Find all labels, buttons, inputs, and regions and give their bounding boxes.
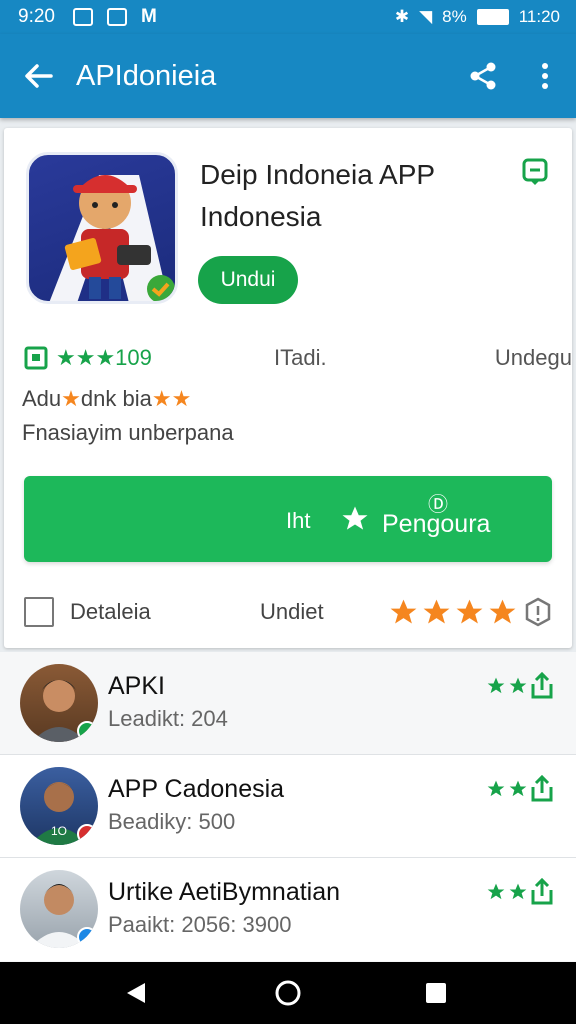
nav-back-button[interactable]	[96, 962, 176, 1024]
star-icon: ★	[61, 386, 81, 411]
nav-home-icon	[275, 980, 301, 1006]
notification-icon	[106, 8, 127, 26]
star-icon	[342, 506, 368, 530]
page-title: APIdonieia	[76, 59, 217, 92]
rating-text: ★★★109	[56, 345, 152, 370]
verified-badge-icon	[77, 927, 97, 947]
nav-recents-button[interactable]	[396, 962, 476, 1024]
install-button[interactable]: Undui	[198, 256, 298, 304]
description-text-b: dnk bia	[80, 386, 152, 411]
star-icon	[423, 599, 450, 623]
rate-button-prefix: Iht	[286, 508, 311, 533]
star-icon	[390, 599, 417, 623]
battery-icon	[476, 9, 509, 25]
list-item[interactable]: 1O APP Cadonesia Beadiky: 500	[0, 755, 576, 858]
bookmark-icon	[522, 158, 548, 185]
reviewer-name: APKI	[108, 672, 165, 700]
details-label: Detaleia	[70, 599, 151, 624]
star-icon	[487, 677, 505, 694]
avatar: 1O	[20, 767, 98, 845]
share-button[interactable]	[452, 34, 514, 118]
star-icon	[509, 780, 527, 797]
star-icon	[456, 599, 483, 623]
rating-summary: ★★★109	[24, 345, 152, 371]
nav-recents-icon	[426, 983, 446, 1003]
wifi-icon: ◥	[419, 7, 433, 26]
battery-text: 8%	[442, 7, 467, 26]
system-nav-bar	[0, 962, 576, 1024]
reviewer-subtitle: Beadiky: 500	[108, 809, 236, 834]
bluetooth-icon: ✱	[394, 7, 410, 26]
nav-back-icon	[127, 983, 145, 1003]
rating-box-icon	[24, 346, 48, 370]
share-icon	[470, 62, 496, 90]
details-row: Detaleia Undiet	[24, 590, 554, 634]
notification-icons: M	[72, 6, 157, 28]
app-detail-card: Deip Indoneia APP Indonesia Undui ★★★109…	[4, 128, 572, 648]
list-item[interactable]: Urtike AetiBymnatian Paaikt: 2056: 3900	[0, 858, 576, 961]
verified-badge-icon	[77, 824, 97, 844]
reviews-list: APKI Leadikt: 204 1O APP Cadonesia Beadi…	[0, 652, 576, 962]
app-icon	[26, 152, 178, 304]
app-name: Deip Indoneia APP Indonesia	[200, 154, 520, 238]
review-stars	[486, 779, 528, 799]
status-clock: 11:20	[518, 7, 560, 26]
nav-home-button[interactable]	[248, 962, 328, 1024]
status-time: 9:20	[18, 6, 55, 27]
back-button[interactable]	[0, 34, 76, 118]
description-line1: Adu★dnk bia★★	[22, 386, 191, 412]
more-options-button[interactable]	[514, 34, 576, 118]
star-icon	[489, 599, 516, 623]
review-stars	[486, 882, 528, 902]
mail-icon: M	[140, 6, 157, 27]
reviewer-subtitle: Paaikt: 2056: 3900	[108, 912, 292, 937]
star-icon	[509, 677, 527, 694]
wishlist-button[interactable]	[522, 158, 548, 191]
info-icon[interactable]	[524, 597, 552, 627]
avatar	[20, 870, 98, 948]
details-rating-stars	[388, 597, 518, 628]
status-bar: 9:20 M ✱ ◥ 8% 11:20	[0, 0, 576, 34]
reviewer-name: APP Cadonesia	[108, 775, 285, 803]
reviewer-name: Urtike AetiBymnatian	[108, 878, 341, 906]
star-icon: ★★	[151, 386, 192, 411]
notification-icon	[72, 8, 93, 26]
avatar	[20, 664, 98, 742]
details-checkbox[interactable]	[24, 597, 54, 627]
share-icon[interactable]	[530, 775, 554, 803]
arrow-back-icon	[25, 64, 53, 88]
review-stars	[486, 676, 528, 696]
rate-button-label: Pengoura	[382, 510, 491, 538]
svg-text:1O: 1O	[51, 824, 67, 838]
more-vert-icon	[542, 63, 548, 89]
list-item[interactable]: APKI Leadikt: 204	[0, 652, 576, 755]
app-name-line1: Deip Indoneia APP	[200, 159, 436, 190]
reviewer-subtitle: Leadikt: 204	[108, 706, 228, 731]
meta-category: Undegu	[494, 345, 572, 370]
share-icon[interactable]	[530, 672, 554, 700]
share-icon[interactable]	[530, 878, 554, 906]
meta-downloads: ITadi.	[274, 345, 327, 370]
rate-app-button[interactable]: Ⓓ Iht Pengoura	[24, 476, 552, 562]
verified-badge-icon	[77, 721, 97, 741]
description-text-a: Adu	[22, 386, 62, 411]
app-meta-row: ★★★109 ITadi. Undegu	[24, 340, 572, 376]
app-bar: APIdonieia	[0, 34, 576, 118]
star-icon	[509, 883, 527, 900]
star-icon	[487, 780, 505, 797]
details-secondary: Undiet	[260, 599, 324, 624]
description-line2: Fnasiayim unberpana	[22, 420, 234, 445]
star-icon	[487, 883, 505, 900]
app-name-line2: Indonesia	[200, 201, 322, 232]
status-right: ✱ ◥ 8% 11:20	[395, 7, 560, 27]
